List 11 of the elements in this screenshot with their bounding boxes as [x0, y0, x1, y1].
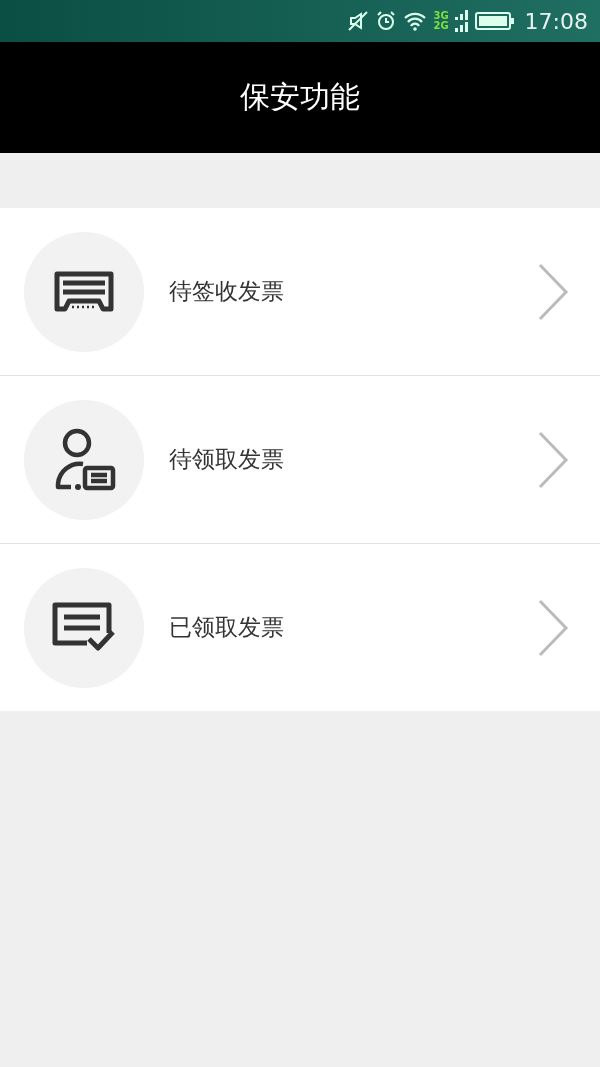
wifi-icon — [403, 10, 428, 32]
network-type-label: 2G — [433, 21, 449, 31]
chevron-right-icon — [536, 597, 570, 658]
muted-sound-icon — [347, 10, 370, 32]
chevron-right-icon — [536, 261, 570, 322]
chevron-right-icon — [536, 429, 570, 490]
network-type-label: 3G — [433, 11, 449, 21]
battery-icon — [474, 11, 515, 31]
clock-time: 17:08 — [524, 8, 588, 34]
signal-icon — [454, 9, 469, 33]
page-title: 保安功能 — [240, 78, 360, 116]
